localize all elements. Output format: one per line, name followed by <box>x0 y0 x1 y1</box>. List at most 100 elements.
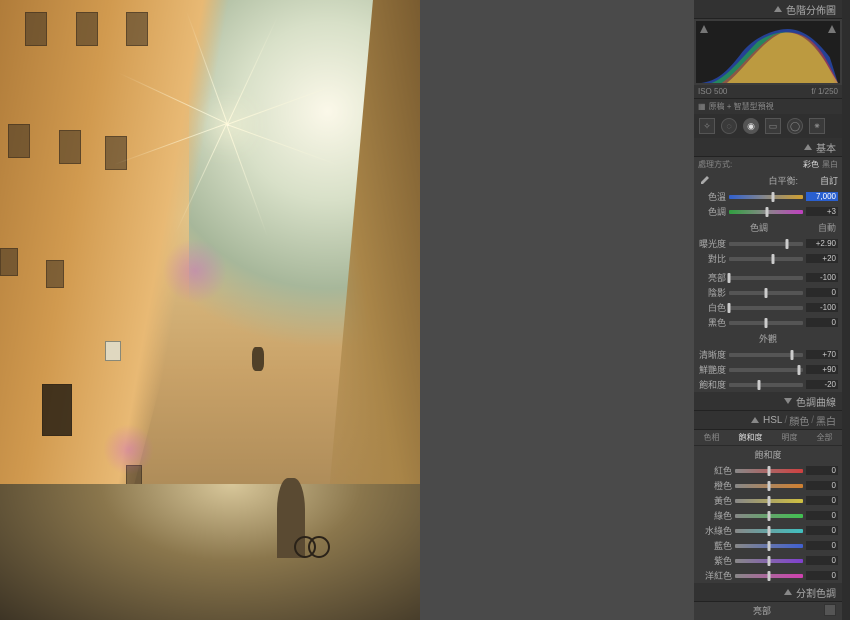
disclosure-triangle-icon[interactable] <box>774 6 782 12</box>
lens-flare <box>101 422 156 477</box>
hsl-tab-sat[interactable]: 飽和度 <box>739 432 763 443</box>
panel-title-hsl: HSL <box>763 415 782 426</box>
panel-title: 基本 <box>816 140 836 155</box>
hsl-green-slider[interactable] <box>735 514 803 518</box>
tone-header: 色調 <box>750 221 768 234</box>
shadows-label: 陰影 <box>698 286 726 299</box>
bicycle <box>294 518 330 558</box>
highlights-slider[interactable] <box>729 276 803 280</box>
treatment-color-tab[interactable]: 彩色 <box>803 159 819 170</box>
treatment-bw-tab[interactable]: 黑白 <box>822 159 838 170</box>
panel-title: 色調曲線 <box>796 394 836 409</box>
eyedropper-icon[interactable] <box>698 175 710 187</box>
exposure-value: f/ 1/250 <box>811 87 838 96</box>
panel-header-tonecurve[interactable]: 色調曲線 <box>694 392 842 411</box>
whites-slider[interactable] <box>729 306 803 310</box>
hsl-tab-lum[interactable]: 明度 <box>782 432 798 443</box>
clip-warning-right-icon[interactable] <box>827 24 837 37</box>
canvas-background <box>420 0 694 620</box>
window <box>0 248 18 276</box>
shadows-val[interactable]: 0 <box>806 288 838 297</box>
disclosure-triangle-icon[interactable] <box>784 398 792 404</box>
hsl-tab-hue[interactable]: 色相 <box>704 432 720 443</box>
hsl-blue-slider[interactable] <box>735 544 803 548</box>
exposure-label: 曝光度 <box>698 237 726 250</box>
contrast-val[interactable]: +20 <box>806 254 838 263</box>
grad-filter-icon[interactable]: ▭ <box>765 118 781 134</box>
panel-title-bw[interactable]: 黑白 <box>816 413 836 428</box>
tint-slider[interactable] <box>729 210 803 214</box>
hsl-magenta-val[interactable]: 0 <box>806 571 838 580</box>
whites-val[interactable]: -100 <box>806 303 838 312</box>
split-hi-swatch-icon[interactable] <box>824 604 836 616</box>
hsl-purple-val[interactable]: 0 <box>806 556 838 565</box>
hsl-yellow-val[interactable]: 0 <box>806 496 838 505</box>
hsl-blue-val[interactable]: 0 <box>806 541 838 550</box>
spot-tool-icon[interactable]: ◌ <box>721 118 737 134</box>
highlights-label: 亮部 <box>698 271 726 284</box>
disclosure-triangle-icon[interactable] <box>751 417 759 423</box>
redeye-tool-icon[interactable]: ◉ <box>743 118 759 134</box>
clip-warning-left-icon[interactable] <box>699 24 709 37</box>
street-lamp <box>252 347 264 371</box>
blacks-slider[interactable] <box>729 321 803 325</box>
hsl-orange-label: 橙色 <box>698 479 732 492</box>
hsl-aqua-label: 水綠色 <box>698 524 732 537</box>
hsl-orange-slider[interactable] <box>735 484 803 488</box>
hsl-red-slider[interactable] <box>735 469 803 473</box>
hsl-orange-val[interactable]: 0 <box>806 481 838 490</box>
window <box>46 260 64 288</box>
clarity-val[interactable]: +70 <box>806 350 838 359</box>
saturation-slider[interactable] <box>729 383 803 387</box>
crop-tool-icon[interactable]: ✧ <box>699 118 715 134</box>
disclosure-triangle-icon[interactable] <box>804 144 812 150</box>
histogram[interactable] <box>696 21 840 83</box>
radial-filter-icon[interactable]: ◯ <box>787 118 803 134</box>
saturation-val[interactable]: -20 <box>806 380 838 389</box>
hsl-magenta-slider[interactable] <box>735 574 803 578</box>
cobblestone-ground <box>0 484 420 620</box>
iso-value: ISO 500 <box>698 87 727 96</box>
blacks-val[interactable]: 0 <box>806 318 838 327</box>
image-preview[interactable] <box>0 0 420 620</box>
hsl-red-val[interactable]: 0 <box>806 466 838 475</box>
temp-label: 色溫 <box>698 190 726 203</box>
vibrance-slider[interactable] <box>729 368 803 372</box>
highlights-val[interactable]: -100 <box>806 273 838 282</box>
panel-header-hsl[interactable]: HSL / 顏色 / 黑白 <box>694 411 842 430</box>
lens-flare <box>160 236 230 306</box>
tint-value[interactable]: +3 <box>806 207 838 216</box>
hsl-tab-all[interactable]: 全部 <box>817 432 833 443</box>
auto-tone-button[interactable]: 自動 <box>818 221 836 234</box>
exposure-val[interactable]: +2.90 <box>806 239 838 248</box>
panel-header-split[interactable]: 分割色調 <box>694 583 842 602</box>
hsl-green-val[interactable]: 0 <box>806 511 838 520</box>
window <box>76 12 98 46</box>
exposure-slider[interactable] <box>729 242 803 246</box>
window <box>8 124 30 158</box>
hsl-purple-slider[interactable] <box>735 559 803 563</box>
hsl-aqua-val[interactable]: 0 <box>806 526 838 535</box>
hsl-aqua-slider[interactable] <box>735 529 803 533</box>
temp-value[interactable]: 7,000 <box>806 192 838 201</box>
panel-title-color[interactable]: 顏色 <box>789 413 809 428</box>
basic-section: 處理方式: 彩色 黑白 白平衡: 自訂 色溫 7,000 色調 +3 色調 <box>694 157 842 392</box>
brush-tool-icon[interactable]: ⁕ <box>809 118 825 134</box>
clarity-slider[interactable] <box>729 353 803 357</box>
hsl-purple-label: 紫色 <box>698 554 732 567</box>
temp-slider[interactable] <box>729 195 803 199</box>
contrast-slider[interactable] <box>729 257 803 261</box>
contrast-label: 對比 <box>698 252 726 265</box>
panel-header-histogram[interactable]: 色階分佈圖 <box>694 0 842 19</box>
hsl-yellow-slider[interactable] <box>735 499 803 503</box>
panel-header-basic[interactable]: 基本 <box>694 138 842 157</box>
wb-preset[interactable]: 自訂 <box>802 174 838 187</box>
hsl-blue-label: 藍色 <box>698 539 732 552</box>
saturation-label: 飽和度 <box>698 378 726 391</box>
disclosure-triangle-icon[interactable] <box>784 589 792 595</box>
split-hi-header: 亮部 <box>753 604 771 617</box>
window <box>25 12 47 46</box>
shadows-slider[interactable] <box>729 291 803 295</box>
panel-scrollbar[interactable] <box>842 0 850 620</box>
vibrance-val[interactable]: +90 <box>806 365 838 374</box>
